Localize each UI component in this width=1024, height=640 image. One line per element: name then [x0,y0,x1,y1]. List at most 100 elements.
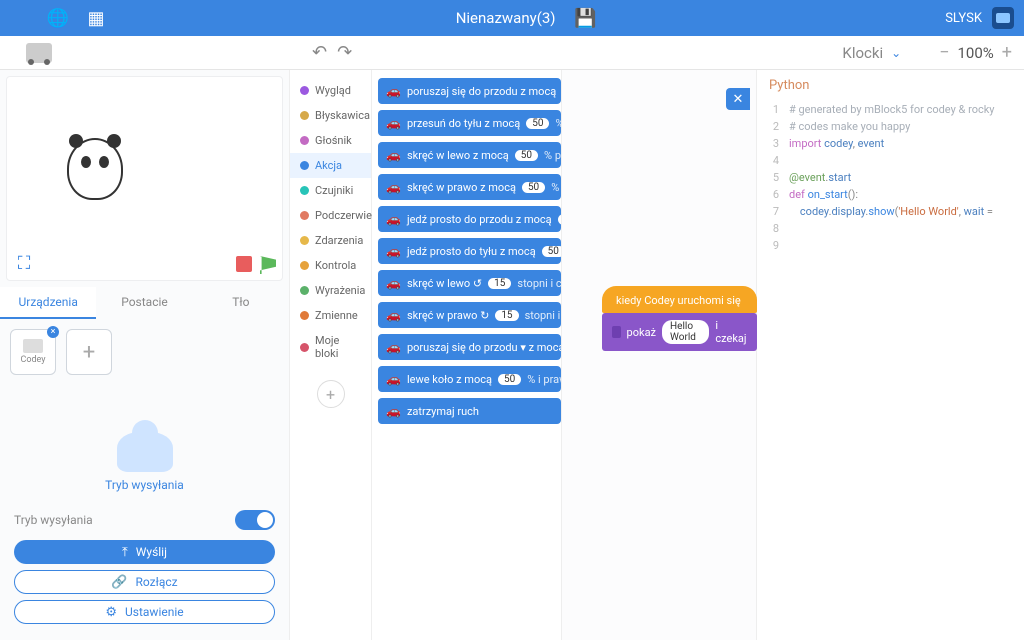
tab-sprites[interactable]: Postacie [96,287,192,319]
device-icon[interactable] [26,43,52,63]
code-line: 9 [763,237,1024,254]
category-kontrola[interactable]: Kontrola [290,253,371,278]
palette-block[interactable]: 🚗poruszaj się do przodu z mocą50 [378,78,561,104]
category-wyrażenia[interactable]: Wyrażenia [290,278,371,303]
stage[interactable]: ⛶ [6,76,283,281]
category-głośnik[interactable]: Głośnik [290,128,371,153]
code-tab-python[interactable]: Python [757,70,1024,101]
category-label: Akcja [315,159,342,172]
palette-block[interactable]: 🚗lewe koło z mocą50% i prawe k [378,366,561,392]
menu-icon[interactable] [10,8,30,28]
palette-block[interactable]: 🚗jedź prosto do przodu z mocą50 [378,206,561,232]
fullscreen-icon[interactable]: ⛶ [13,252,35,274]
device-card-codey[interactable]: × Codey [10,329,56,375]
block-tail: stopni i czek [517,277,562,290]
block-value[interactable]: 15 [495,310,518,321]
category-akcja[interactable]: Akcja [290,153,371,178]
send-button[interactable]: ⤒ Wyślij [14,540,275,564]
sprite-panda[interactable] [67,138,123,200]
zoom-out-icon[interactable]: − [939,42,949,63]
close-icon[interactable]: × [47,326,59,338]
category-label: Kontrola [315,259,356,272]
stop-icon[interactable] [236,256,252,272]
category-dot [300,186,309,195]
tab-devices[interactable]: Urządzenia [0,287,96,319]
redo-icon[interactable]: ↷ [337,42,352,63]
category-podczerwień[interactable]: Podczerwień [290,203,371,228]
upload-icon: ⤒ [122,545,128,560]
cloud-icon [117,432,173,472]
category-label: Wygląd [315,84,351,97]
category-dot [300,343,309,352]
code-line: 6def on_start(): [763,186,1024,203]
settings-button[interactable]: ⚙ Ustawienie [14,600,275,624]
block-text: poruszaj się do przodu ▾ z mocą [407,341,562,354]
car-icon: 🚗 [386,340,401,354]
block-text: skręć w lewo z mocą [407,149,509,162]
palette-block[interactable]: 🚗skręć w prawo ↻15stopni i cze [378,302,561,328]
tab-background[interactable]: Tło [193,287,289,319]
line-number: 2 [763,118,779,135]
palette-block[interactable]: 🚗przesuń do tyłu z mocą50% prze [378,110,561,136]
block-value[interactable]: 15 [488,278,511,289]
palette-block[interactable]: 🚗 poruszaj się do przodu ▾ z mocą [378,334,561,360]
flag-icon[interactable] [260,256,276,274]
show-block[interactable]: pokaż Hello World i czekaj [602,313,757,351]
block-value[interactable]: 50 [542,246,562,257]
disconnect-button[interactable]: 🔗 Rozłącz [14,570,275,594]
category-label: Czujniki [315,184,353,197]
category-zdarzenia[interactable]: Zdarzenia [290,228,371,253]
category-wygląd[interactable]: Wygląd [290,78,371,103]
left-panel: ⛶ Urządzenia Postacie Tło × Codey + Tryb… [0,70,290,640]
category-czujniki[interactable]: Czujniki [290,178,371,203]
user-name[interactable]: SLYSK [945,11,982,26]
palette-block[interactable]: 🚗skręć w lewo ↺15stopni i czek [378,270,561,296]
display-icon [612,326,621,338]
add-device-button[interactable]: + [66,329,112,375]
workspace[interactable]: ✕ kiedy Codey uruchomi się pokaż Hello W… [562,70,756,640]
category-moje bloki[interactable]: Moje bloki [290,328,371,366]
avatar[interactable] [992,7,1014,29]
apps-icon[interactable]: ▦ [86,8,106,28]
palette-block[interactable]: 🚗skręć w prawo z mocą50% prze [378,174,561,200]
upload-mode-label: Tryb wysyłania [105,478,184,492]
category-dot [300,286,309,295]
view-mode-toggle[interactable]: Klocki ⌄ [842,44,901,62]
palette-block[interactable]: 🚗jedź prosto do tyłu z mocą50% [378,238,561,264]
line-number: 1 [763,101,779,118]
undo-icon[interactable]: ↶ [312,42,327,63]
block-value[interactable]: 50 [522,182,545,193]
block-text: lewe koło z mocą [407,373,492,386]
category-dot [300,236,309,245]
upload-mode-toggle[interactable] [235,510,275,530]
show-block-arg[interactable]: Hello World [662,320,709,344]
zoom-in-icon[interactable]: + [1002,42,1012,63]
add-category-button[interactable]: + [317,380,345,408]
globe-icon[interactable]: 🌐 [48,8,68,28]
block-text: przesuń do tyłu z mocą [407,117,520,130]
block-value[interactable]: 50 [498,374,521,385]
category-błyskawica[interactable]: Błyskawica [290,103,371,128]
close-code-panel-icon[interactable]: ✕ [726,88,750,110]
zoom-value: 100% [958,44,994,62]
hat-block[interactable]: kiedy Codey uruchomi się [602,286,757,313]
block-palette: 🚗poruszaj się do przodu z mocą50 🚗 przesuń… [372,70,562,640]
line-number: 6 [763,186,779,203]
code-area[interactable]: 1 # generated by mBlock5 for codey & rock… [757,101,1024,640]
code-content: # generated by mBlock5 for codey & rocky [789,101,995,118]
block-value[interactable]: 50 [526,118,549,129]
block-value[interactable]: 50 [515,150,538,161]
category-dot [300,136,309,145]
block-tail: % prze [551,181,562,194]
palette-block[interactable]: 🚗skręć w lewo z mocą50% przez [378,142,561,168]
toggle-label: Tryb wysyłania [14,513,93,527]
category-zmienne[interactable]: Zmienne [290,303,371,328]
save-icon[interactable]: 💾 [576,8,596,28]
car-icon: 🚗 [386,116,401,130]
category-label: Zmienne [315,309,358,322]
car-icon: 🚗 [386,404,401,418]
palette-block[interactable]: 🚗zatrzymaj ruch [378,398,561,424]
block-text: jedź prosto do tyłu z mocą [407,245,536,258]
asset-tabs: Urządzenia Postacie Tło [0,287,289,319]
line-number: 7 [763,203,779,220]
